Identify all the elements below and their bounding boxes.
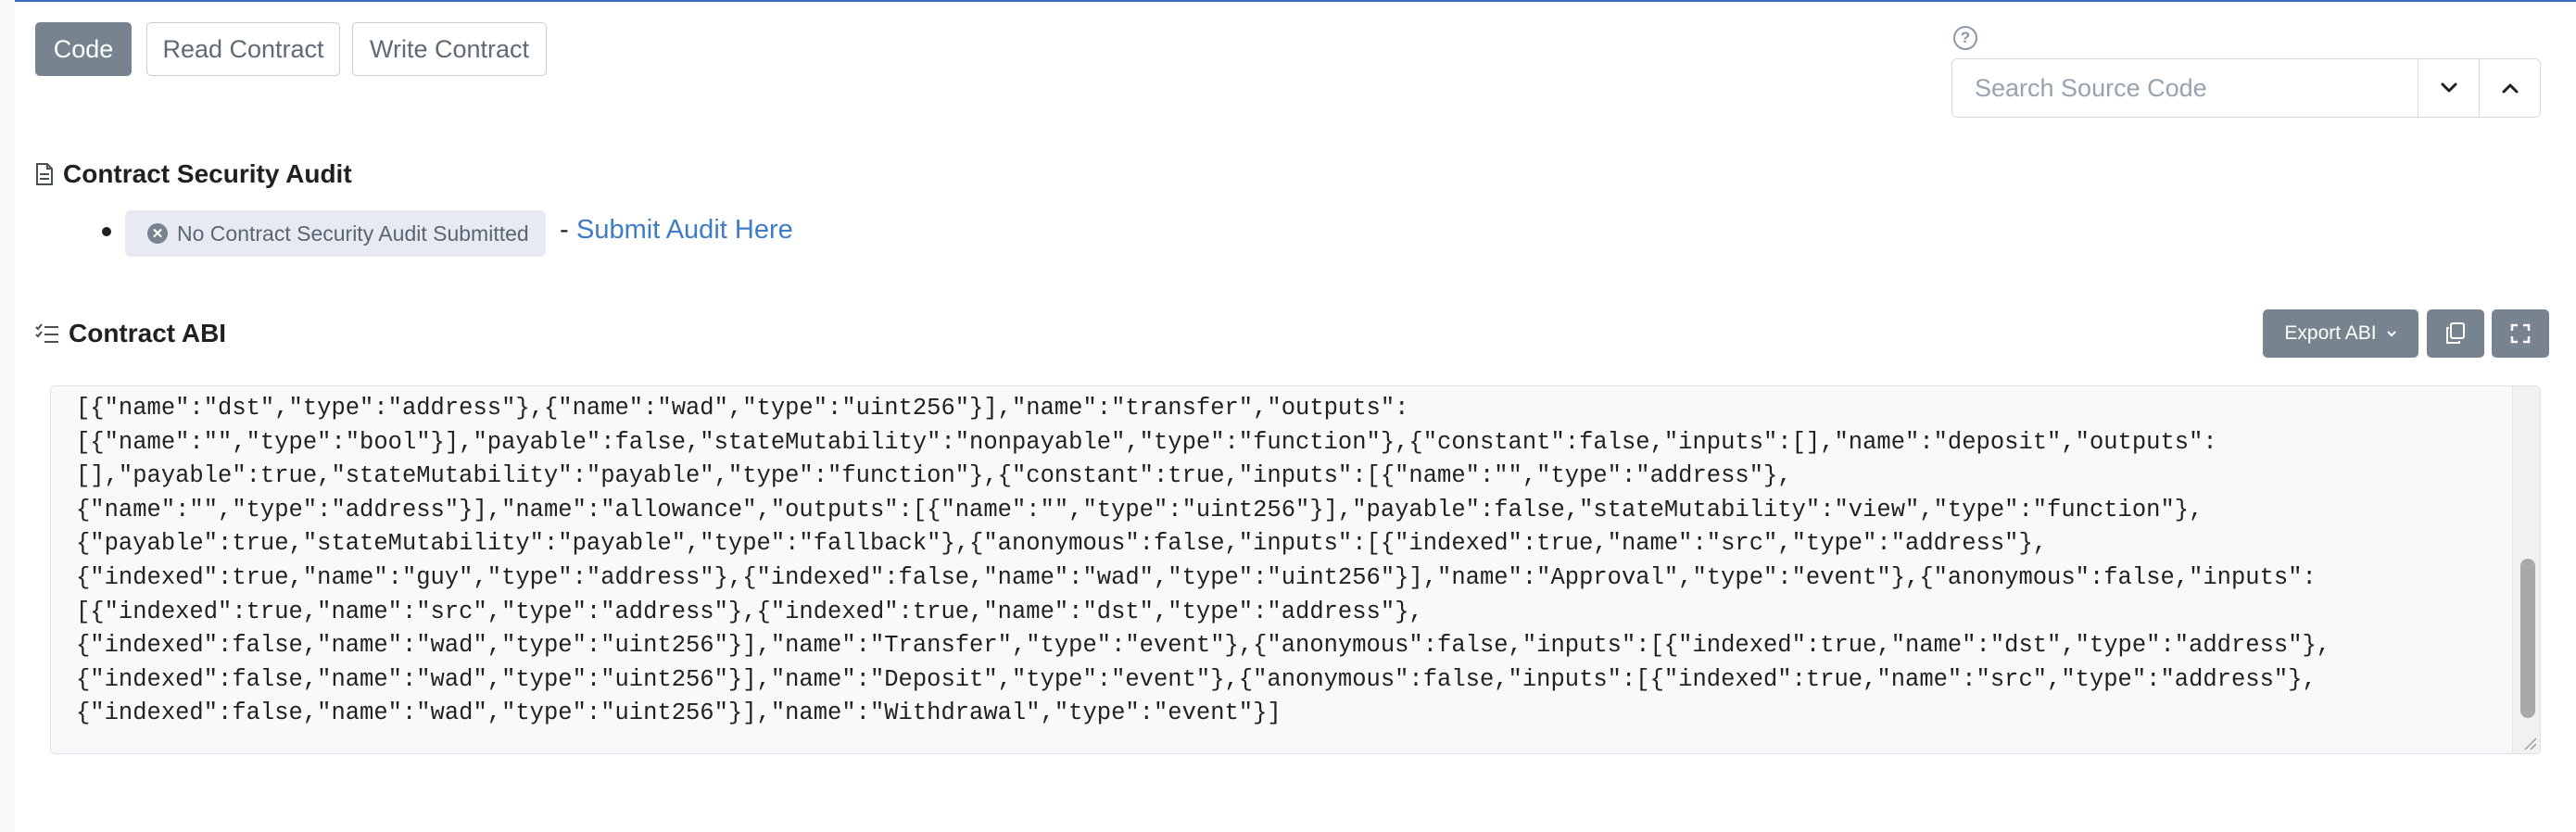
search-next-button[interactable] xyxy=(2418,59,2479,117)
audit-title: Contract Security Audit xyxy=(63,159,352,188)
chevron-up-icon xyxy=(2502,83,2518,94)
question-circle-icon[interactable]: ? xyxy=(1953,26,1977,50)
abi-line: {"payable":true,"stateMutability":"payab… xyxy=(76,530,2048,558)
abi-content: [{"name":"dst","type":"address"},{"name"… xyxy=(76,392,2485,731)
copy-abi-button[interactable] xyxy=(2427,309,2484,358)
search-prev-button[interactable] xyxy=(2479,59,2540,117)
scrollbar-thumb[interactable] xyxy=(2520,559,2535,718)
chevron-down-icon xyxy=(2441,82,2456,93)
list-bullet xyxy=(102,227,111,236)
contract-code-card: Code Read Contract Write Contract ? Cont… xyxy=(15,0,2576,832)
abi-line: [{"indexed":true,"name":"src","type":"ad… xyxy=(76,598,1423,625)
abi-line: {"indexed":true,"name":"guy","type":"add… xyxy=(76,563,2317,591)
list-check-icon xyxy=(35,323,58,343)
resize-handle-icon[interactable] xyxy=(2521,735,2538,751)
abi-line: {"indexed":false,"name":"wad","type":"ui… xyxy=(76,665,2317,693)
search-input[interactable] xyxy=(1952,59,2418,117)
chevron-down-icon xyxy=(2386,330,2396,336)
abi-line: {"indexed":false,"name":"wad","type":"ui… xyxy=(76,632,2331,660)
abi-line: [],"payable":true,"stateMutability":"pay… xyxy=(76,462,1792,490)
copy-icon xyxy=(2446,322,2465,344)
abi-textarea[interactable]: [{"name":"dst","type":"address"},{"name"… xyxy=(50,385,2541,754)
tab-write-contract[interactable]: Write Contract xyxy=(352,22,547,76)
export-abi-label: Export ABI xyxy=(2284,322,2377,344)
scrollbar[interactable] xyxy=(2512,386,2540,753)
audit-badge-text: No Contract Security Audit Submitted xyxy=(177,221,529,246)
audit-separator: - xyxy=(560,215,569,245)
tab-code[interactable]: Code xyxy=(35,22,132,76)
document-icon xyxy=(36,163,53,185)
audit-heading: Contract Security Audit xyxy=(35,159,352,189)
export-abi-button[interactable]: Export ABI xyxy=(2263,309,2418,358)
close-circle-icon: ✕ xyxy=(147,223,168,244)
abi-title: Contract ABI xyxy=(69,319,227,347)
fullscreen-button[interactable] xyxy=(2492,309,2549,358)
tab-read-contract[interactable]: Read Contract xyxy=(146,22,340,76)
abi-line: [{"name":"dst","type":"address"},{"name"… xyxy=(76,395,1409,422)
source-search xyxy=(1951,58,2541,118)
abi-line: [{"name":"","type":"bool"}],"payable":fa… xyxy=(76,428,2217,456)
audit-status-badge: ✕ No Contract Security Audit Submitted xyxy=(125,210,546,257)
abi-heading: Contract ABI xyxy=(35,319,226,348)
submit-audit-link[interactable]: Submit Audit Here xyxy=(576,215,793,246)
expand-icon xyxy=(2510,323,2531,344)
abi-line: {"indexed":false,"name":"wad","type":"ui… xyxy=(76,700,1282,727)
abi-line: {"name":"","type":"address"}],"name":"al… xyxy=(76,496,2203,523)
